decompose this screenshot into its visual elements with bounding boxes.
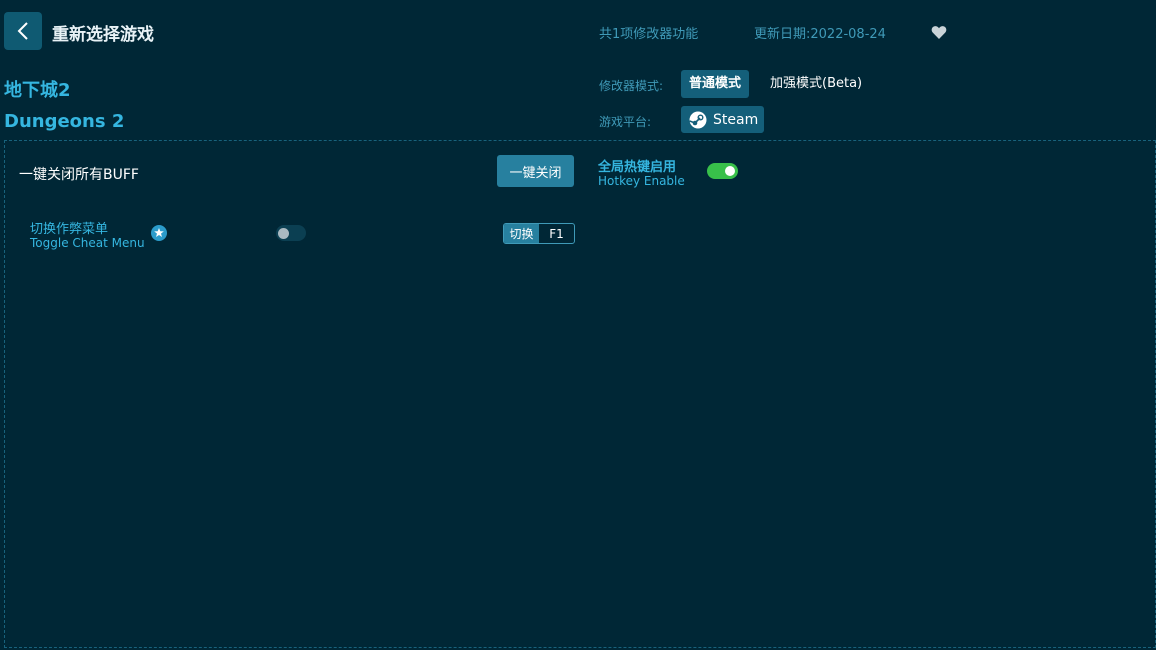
cheat-hotkey[interactable]: 切换 F1 xyxy=(503,223,575,244)
mode-label: 修改器模式: xyxy=(599,79,664,93)
hotkey-key: F1 xyxy=(549,226,564,241)
page-title: 重新选择游戏 xyxy=(52,25,154,45)
hotkey-enable-toggle[interactable] xyxy=(707,163,738,179)
game-title-en: Dungeons 2 xyxy=(4,111,125,132)
close-all-button[interactable]: 一键关闭 xyxy=(497,155,574,187)
chevron-left-icon xyxy=(17,22,28,40)
cheat-name-cn: 切换作弊菜单 xyxy=(30,222,109,237)
platform-label: 游戏平台: xyxy=(599,115,652,129)
steam-label: Steam xyxy=(713,111,759,128)
toggle-knob xyxy=(278,228,289,239)
steam-platform-button[interactable]: Steam xyxy=(681,106,764,133)
update-date: 更新日期:2022-08-24 xyxy=(754,27,886,42)
heart-icon[interactable] xyxy=(931,25,947,40)
close-all-buff-label: 一键关闭所有BUFF xyxy=(19,167,139,183)
game-title-cn: 地下城2 xyxy=(4,80,71,101)
toggle-knob xyxy=(725,166,735,176)
hotkey-enable-label-en: Hotkey Enable xyxy=(598,174,685,188)
cheat-panel xyxy=(4,140,1156,648)
cheat-toggle[interactable] xyxy=(276,225,306,241)
steam-icon xyxy=(689,111,707,128)
hotkey-enable-label-cn: 全局热键启用 xyxy=(598,160,677,175)
back-button[interactable] xyxy=(4,12,42,50)
star-icon[interactable] xyxy=(151,225,167,241)
normal-mode-button[interactable]: 普通模式 xyxy=(681,70,750,98)
cheat-name-en: Toggle Cheat Menu xyxy=(30,236,145,250)
feature-count: 共1项修改器功能 xyxy=(599,27,699,42)
enhanced-mode-button[interactable]: 加强模式(Beta) xyxy=(762,70,870,98)
hotkey-action: 切换 xyxy=(504,224,539,243)
trainer-window: 重新选择游戏 共1项修改器功能 更新日期:2022-08-24 地下城2 Dun… xyxy=(0,0,1156,650)
